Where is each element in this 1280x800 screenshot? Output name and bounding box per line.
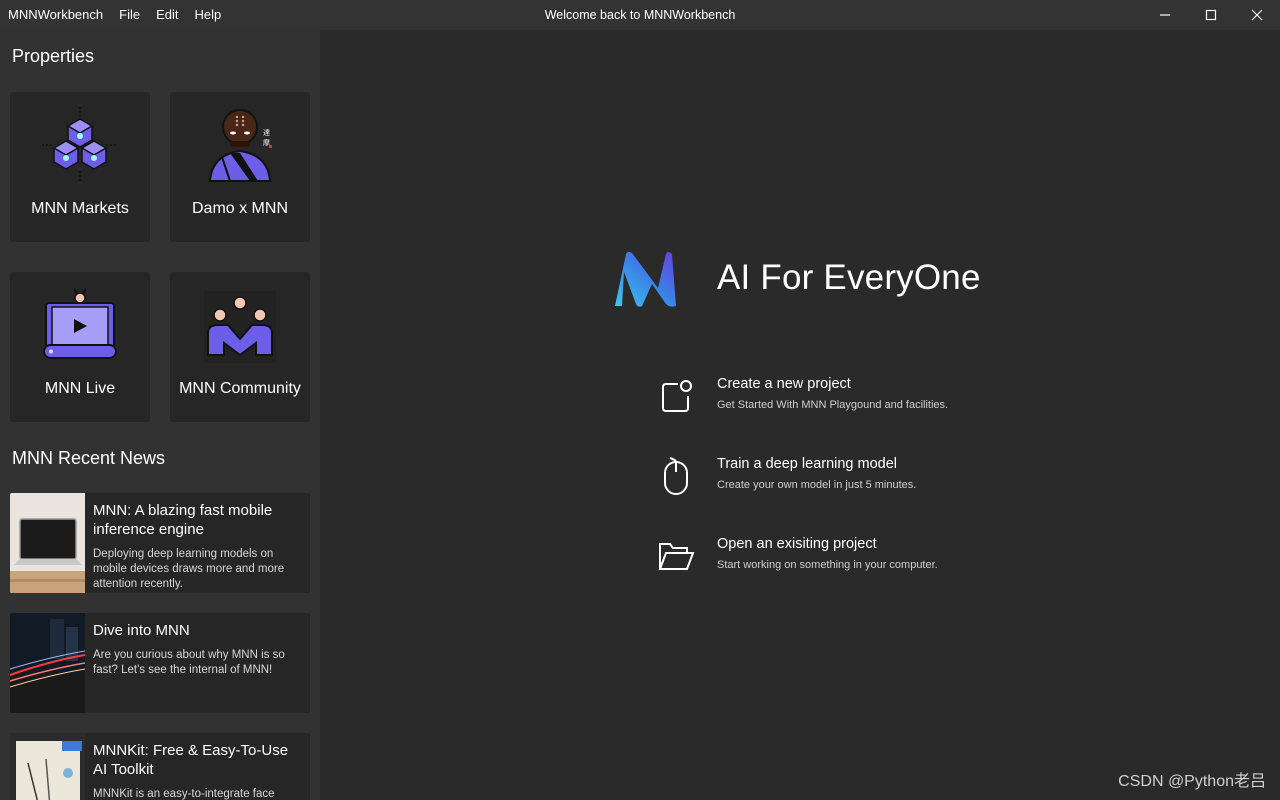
create-project-action[interactable]: Create a new project Get Started With MN… xyxy=(656,376,1056,426)
tile-label: MNN Community xyxy=(179,380,301,397)
title-bar: MNNWorkbench File Edit Help Welcome back… xyxy=(0,0,1280,30)
news-description: Deploying deep learning models on mobile… xyxy=(93,548,285,590)
folder-open-icon xyxy=(656,536,696,576)
new-project-icon xyxy=(656,376,696,416)
properties-title: Properties xyxy=(12,46,95,66)
action-description: Get Started With MNN Playgound and facil… xyxy=(717,399,949,411)
menu-bar: MNNWorkbench File Edit Help xyxy=(0,0,237,30)
close-icon xyxy=(1251,9,1263,21)
news-item[interactable]: MNN: A blazing fast mobile inference eng… xyxy=(10,493,310,593)
tile-mnn-live[interactable]: MNN Live xyxy=(10,272,150,422)
news-item[interactable]: Dive into MNN Are you curious about why … xyxy=(10,613,310,713)
tile-mnn-community[interactable]: MNN Community xyxy=(170,272,310,422)
minimize-button[interactable] xyxy=(1142,0,1188,30)
hero-heading: AI For EveryOne xyxy=(717,258,981,297)
news-description: Are you curious about why MNN is so fast… xyxy=(93,649,285,676)
open-project-action[interactable]: Open an exisiting project Start working … xyxy=(656,536,1056,586)
monk-icon: 達 摩 xyxy=(170,100,310,190)
app-name: MNNWorkbench xyxy=(8,7,104,22)
tile-label: MNN Markets xyxy=(31,200,129,217)
svg-text:摩: 摩 xyxy=(263,138,270,147)
tile-label: MNN Live xyxy=(44,380,116,397)
action-description: Create your own model in just 5 minutes. xyxy=(717,479,917,491)
maximize-icon xyxy=(1205,9,1217,21)
sidebar: Properties MNN Markets 達 摩 Damo x MNN MN… xyxy=(0,30,320,800)
tile-damo-mnn[interactable]: 達 摩 Damo x MNN xyxy=(170,92,310,242)
menu-edit[interactable]: Edit xyxy=(156,0,178,30)
action-title: Create a new project xyxy=(717,376,851,392)
news-item[interactable]: MNNKit: Free & Easy-To-Use AI Toolkit MN… xyxy=(10,733,310,800)
mouse-icon xyxy=(656,456,696,496)
svg-text:達: 達 xyxy=(263,128,270,137)
tile-label: Damo x MNN xyxy=(191,200,288,217)
news-thumbnail-desk xyxy=(10,733,85,800)
main-welcome: AI For EveryOne Create a new project Get… xyxy=(320,30,1280,800)
action-title: Train a deep learning model xyxy=(717,456,898,472)
train-model-action[interactable]: Train a deep learning model Create your … xyxy=(656,456,1056,506)
menu-file[interactable]: File xyxy=(119,0,140,30)
community-icon xyxy=(170,280,310,370)
cubes-icon xyxy=(10,100,150,190)
watermark: CSDN @Python老吕 xyxy=(1118,773,1266,790)
action-description: Start working on something in your compu… xyxy=(717,559,938,571)
news-thumbnail-city-lights xyxy=(10,613,85,713)
tile-mnn-markets[interactable]: MNN Markets xyxy=(10,92,150,242)
tv-play-icon xyxy=(10,280,150,370)
menu-help[interactable]: Help xyxy=(194,0,221,30)
news-title-text: MNNKit: Free & Easy-To-Use AI Toolkit xyxy=(93,742,289,778)
close-button[interactable] xyxy=(1234,0,1280,30)
maximize-button[interactable] xyxy=(1188,0,1234,30)
news-thumbnail-laptop xyxy=(10,493,85,593)
news-title-text: Dive into MNN xyxy=(93,622,190,639)
mnn-logo-icon xyxy=(612,250,678,313)
action-title: Open an exisiting project xyxy=(717,536,877,552)
news-title: MNN Recent News xyxy=(12,448,166,468)
news-description: MNNKit is an easy-to-integrate face xyxy=(93,788,275,800)
news-title-text: MNN: A blazing fast mobile inference eng… xyxy=(93,502,273,538)
window-controls xyxy=(1142,0,1280,30)
minimize-icon xyxy=(1160,14,1170,16)
